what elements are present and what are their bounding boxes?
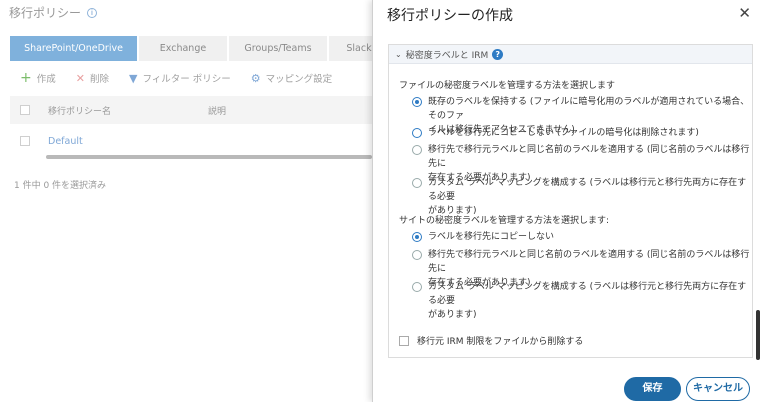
select-all-checkbox[interactable] bbox=[20, 105, 30, 115]
tab-sharepoint-onedrive[interactable]: SharePoint/OneDrive bbox=[10, 36, 137, 61]
option-text: 移行先で移行元ラベルと同じ名前のラベルを適用する (同じ名前のラベルは移行先に bbox=[428, 145, 750, 169]
column-description[interactable]: 説明 bbox=[208, 104, 226, 117]
radio-button[interactable] bbox=[412, 145, 422, 155]
table-row: Default bbox=[10, 130, 372, 152]
file-group-label: ファイルの秘密度ラベルを管理する方法を選択します bbox=[399, 81, 616, 91]
site-group-label: サイトの秘密度ラベルを管理する方法を選択します: bbox=[399, 216, 610, 226]
filter-policy-button[interactable]: ▼ フィルター ポリシー bbox=[128, 71, 231, 86]
remove-irm-checkbox-row[interactable]: 移行元 IRM 制限をファイルから削除する bbox=[399, 334, 583, 347]
option-text: ラベルを移行先にコピーしない bbox=[428, 232, 555, 242]
tab-bar: SharePoint/OneDrive Exchange Groups/Team… bbox=[10, 36, 391, 61]
save-button[interactable]: 保存 bbox=[624, 377, 681, 401]
policy-link-default[interactable]: Default bbox=[48, 136, 83, 147]
create-label: 作成 bbox=[36, 74, 56, 85]
section-title: 秘密度ラベルと IRM bbox=[405, 50, 489, 61]
delete-x-icon: ✕ bbox=[75, 71, 85, 85]
horizontal-scrollbar[interactable] bbox=[46, 155, 372, 159]
close-icon[interactable]: ✕ bbox=[738, 4, 751, 22]
chevron-down-icon[interactable]: ⌄ bbox=[395, 50, 402, 59]
create-button[interactable]: + 作成 bbox=[20, 70, 56, 86]
background-page: 移行ポリシー i SharePoint/OneDrive Exchange Gr… bbox=[0, 0, 389, 402]
cancel-button[interactable]: キャンセル bbox=[686, 377, 750, 401]
filter-label: フィルター ポリシー bbox=[142, 74, 231, 85]
info-icon[interactable]: i bbox=[87, 7, 98, 18]
filter-icon: ▼ bbox=[128, 71, 138, 85]
sensitivity-section: ⌄ 秘密度ラベルと IRM ? ファイルの秘密度ラベルを管理する方法を選択します… bbox=[388, 44, 753, 358]
option-text-cont: があります) bbox=[428, 310, 477, 320]
option-text: 移行先で移行元ラベルと同じ名前のラベルを適用する (同じ名前のラベルは移行先に bbox=[428, 250, 750, 274]
dialog-body: ⌄ 秘密度ラベルと IRM ? ファイルの秘密度ラベルを管理する方法を選択します… bbox=[381, 38, 753, 362]
option-text: 既存のラベルを保持する (ファイルに暗号化用のラベルが適用されている場合、そのフ… bbox=[428, 97, 750, 121]
dialog-footer: 保存 キャンセル bbox=[373, 366, 761, 402]
section-header[interactable]: ⌄ 秘密度ラベルと IRM ? bbox=[389, 45, 752, 64]
option-text: ラベルを移行先にコピーしない (ファイルの暗号化は削除されます) bbox=[428, 128, 699, 138]
radio-button[interactable] bbox=[412, 97, 422, 107]
file-option-no-copy[interactable]: ラベルを移行先にコピーしない (ファイルの暗号化は削除されます) bbox=[412, 126, 750, 140]
tab-groups-teams[interactable]: Groups/Teams bbox=[229, 36, 327, 61]
remove-irm-label: 移行元 IRM 制限をファイルから削除する bbox=[417, 337, 584, 347]
radio-button[interactable] bbox=[412, 282, 422, 292]
create-policy-dialog: 移行ポリシーの作成 ✕ ⌄ 秘密度ラベルと IRM ? ファイルの秘密度ラベルを… bbox=[372, 0, 761, 402]
tab-exchange[interactable]: Exchange bbox=[139, 36, 227, 61]
plus-icon: + bbox=[20, 70, 32, 86]
radio-button[interactable] bbox=[412, 250, 422, 260]
row-checkbox[interactable] bbox=[20, 136, 30, 146]
site-option-custom-mapping[interactable]: カスタム ラベル マッピングを構成する (ラベルは移行元と移行先両方に存在する必… bbox=[412, 280, 750, 322]
mapping-label: マッピング設定 bbox=[265, 74, 333, 85]
page-title-text: 移行ポリシー bbox=[9, 6, 82, 20]
delete-button[interactable]: ✕ 削除 bbox=[75, 71, 109, 86]
radio-button[interactable] bbox=[412, 232, 422, 242]
delete-label: 削除 bbox=[89, 74, 109, 85]
selection-count: 1 件中 0 件を選択済み bbox=[14, 181, 107, 191]
file-option-custom-mapping[interactable]: カスタム ラベル マッピングを構成する (ラベルは移行元と移行先両方に存在する必… bbox=[412, 176, 750, 218]
option-text: カスタム ラベル マッピングを構成する (ラベルは移行元と移行先両方に存在する必… bbox=[428, 178, 747, 202]
dialog-title: 移行ポリシーの作成 bbox=[387, 8, 513, 24]
radio-button[interactable] bbox=[412, 178, 422, 188]
option-text: カスタム ラベル マッピングを構成する (ラベルは移行元と移行先両方に存在する必… bbox=[428, 282, 747, 306]
site-option-no-copy[interactable]: ラベルを移行先にコピーしない bbox=[412, 230, 750, 244]
page-title: 移行ポリシー i bbox=[9, 4, 98, 21]
remove-irm-checkbox[interactable] bbox=[399, 335, 409, 346]
grid-header: 移行ポリシー名 説明 bbox=[10, 96, 372, 124]
help-icon[interactable]: ? bbox=[492, 48, 504, 60]
toolbar: + 作成 ✕ 削除 ▼ フィルター ポリシー ⚙ マッピング設定 bbox=[20, 70, 352, 86]
mapping-settings-button[interactable]: ⚙ マッピング設定 bbox=[250, 71, 333, 86]
column-policy-name[interactable]: 移行ポリシー名 bbox=[48, 104, 208, 117]
radio-button[interactable] bbox=[412, 128, 422, 138]
vertical-scrollbar[interactable] bbox=[756, 310, 760, 360]
gear-icon: ⚙ bbox=[250, 71, 261, 85]
